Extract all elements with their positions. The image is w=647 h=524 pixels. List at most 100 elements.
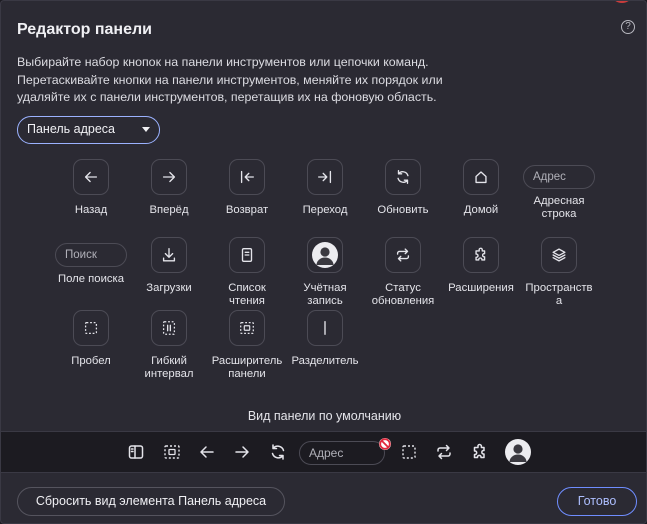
reset-button[interactable]: Сбросить вид элемента Панель адреса	[17, 487, 285, 516]
palette-item-label: Обновить	[364, 204, 442, 217]
default-bar-heading: Вид панели по умолчанию	[247, 409, 402, 423]
palette-item-label: Расширитель панели	[208, 355, 286, 380]
description-line: Выбирайте набор кнопок на панели инструм…	[17, 55, 429, 69]
dialog-title: Редактор панели	[17, 21, 152, 38]
palette-item-label: Домой	[442, 204, 520, 217]
palette-item-label-line: а	[555, 294, 563, 307]
palette-item-label-line: Пробел	[71, 355, 111, 367]
help-icon[interactable]: ?	[621, 20, 635, 34]
palette-item-space[interactable]: Пробел	[52, 310, 130, 368]
palette-item-spaces[interactable]: Пространств а	[520, 237, 598, 307]
palette-item-extensions[interactable]: Расширения	[442, 237, 520, 295]
palette-item-label: Статус обновления	[364, 282, 442, 307]
palette-item-label: Пространств а	[520, 282, 598, 307]
palette-item-label: Адресная строка	[520, 195, 598, 220]
palette-item-label-line: Вперёд	[149, 204, 189, 216]
panel-toggle-icon[interactable]	[125, 441, 147, 463]
palette-item-reload[interactable]: Обновить	[364, 159, 442, 217]
puzzle-icon[interactable]	[469, 441, 491, 463]
panel-expander-icon[interactable]	[161, 441, 183, 463]
done-button[interactable]: Готово	[557, 487, 637, 516]
download-icon	[151, 237, 187, 273]
palette-item-label: Гибкий интервал	[130, 355, 208, 380]
palette-item-account[interactable]: Учётная запись	[286, 237, 364, 307]
palette-item-label-line: Гибкий	[151, 355, 187, 367]
palette-item-downloads[interactable]: Загрузки	[130, 237, 208, 295]
palette-item-label-line: Адресная	[533, 195, 585, 207]
palette-item-reading-list[interactable]: Список чтения	[208, 237, 286, 307]
search-field: Поиск	[55, 243, 127, 267]
toolbar-select[interactable]: Панель адреса	[17, 116, 160, 144]
palette-item-label: Переход	[286, 204, 364, 217]
palette-item-label-line: Переход	[302, 204, 348, 216]
flexible-space-icon	[151, 310, 187, 346]
palette-item-label-line: Учётная	[303, 282, 347, 294]
palette-item-label-line: Пространств	[525, 282, 593, 294]
dialog-description: Выбирайте набор кнопок на панели инструм…	[17, 54, 627, 107]
palette-item-label-line: Назад	[74, 204, 108, 216]
reload-icon[interactable]	[267, 441, 289, 463]
dashed-square-icon[interactable]	[398, 441, 420, 463]
palette-item-label-line: Статус	[385, 282, 421, 294]
palette-item-label: Разделитель	[286, 355, 364, 368]
palette-item-label: Расширения	[442, 282, 520, 295]
avatar-icon	[307, 237, 343, 273]
palette-item-label-line: Разделитель	[291, 355, 359, 367]
palette-item-forward[interactable]: Вперёд	[130, 159, 208, 217]
panel-expander-icon	[229, 310, 265, 346]
reload-icon	[385, 159, 421, 195]
arrow-to-start-icon	[229, 159, 265, 195]
sync-icon[interactable]	[433, 441, 455, 463]
chevron-down-icon	[142, 127, 150, 132]
palette-item-flex-space[interactable]: Гибкий интервал	[130, 310, 208, 380]
palette-item-label-line: Обновить	[377, 204, 429, 216]
arrow-to-end-icon	[307, 159, 343, 195]
palette-item-label-line: Расширения	[448, 282, 514, 294]
palette-item-label-line: панели	[228, 367, 266, 380]
home-icon	[463, 159, 499, 195]
arrow-right-icon	[151, 159, 187, 195]
palette-item-label-line: строка	[541, 207, 577, 220]
layers-icon	[541, 237, 577, 273]
window-close-dot[interactable]	[612, 1, 632, 3]
palette-item-panel-expander[interactable]: Расширитель панели	[208, 310, 286, 380]
palette-item-label: Вперёд	[130, 204, 208, 217]
palette-item-label-line: обновления	[371, 294, 435, 307]
palette-item-label-line: Загрузки	[146, 282, 192, 294]
palette-item-label-line: Поле поиска	[58, 273, 124, 285]
address-field[interactable]: Адрес	[299, 441, 385, 465]
dashed-square-icon	[73, 310, 109, 346]
palette-item-divider[interactable]: Разделитель	[286, 310, 364, 368]
avatar-icon[interactable]	[505, 439, 531, 465]
arrow-left-icon[interactable]	[196, 441, 218, 463]
palette-item-return[interactable]: Возврат	[208, 159, 286, 217]
reading-list-icon	[229, 237, 265, 273]
palette-item-label: Назад	[52, 204, 130, 217]
palette-item-goto[interactable]: Переход	[286, 159, 364, 217]
palette-item-label: Поле поиска	[52, 273, 130, 286]
palette-item-label-line: Домой	[463, 204, 499, 216]
toolbar-select-value: Панель адреса	[27, 122, 116, 136]
palette-item-label-line: Возврат	[225, 204, 269, 216]
default-toolbar-preview: Адрес	[1, 431, 646, 473]
divider-icon	[307, 310, 343, 346]
palette-item-label: Загрузки	[130, 282, 208, 295]
sync-icon	[385, 237, 421, 273]
description-line: удаляйте их с панели инструментов, перет…	[17, 90, 437, 104]
palette-item-label: Список чтения	[208, 282, 286, 307]
description-line: Перетаскивайте кнопки на панели инструме…	[17, 72, 443, 87]
palette-item-label-line: запись	[307, 294, 343, 307]
palette-item-home[interactable]: Домой	[442, 159, 520, 217]
palette-item-back[interactable]: Назад	[52, 159, 130, 217]
palette-item-label: Учётная запись	[286, 282, 364, 307]
palette-item-label-line: Расширитель	[211, 355, 283, 367]
arrow-left-icon	[73, 159, 109, 195]
palette-item-sync[interactable]: Статус обновления	[364, 237, 442, 307]
palette-item-address[interactable]: Адрес Адресная строка	[520, 159, 598, 220]
palette-item-label: Возврат	[208, 204, 286, 217]
arrow-right-icon[interactable]	[231, 441, 253, 463]
palette-item-search[interactable]: Поиск Поле поиска	[52, 237, 130, 286]
palette-item-label: Пробел	[52, 355, 130, 368]
address-field: Адрес	[523, 165, 595, 189]
no-entry-icon	[378, 437, 392, 451]
